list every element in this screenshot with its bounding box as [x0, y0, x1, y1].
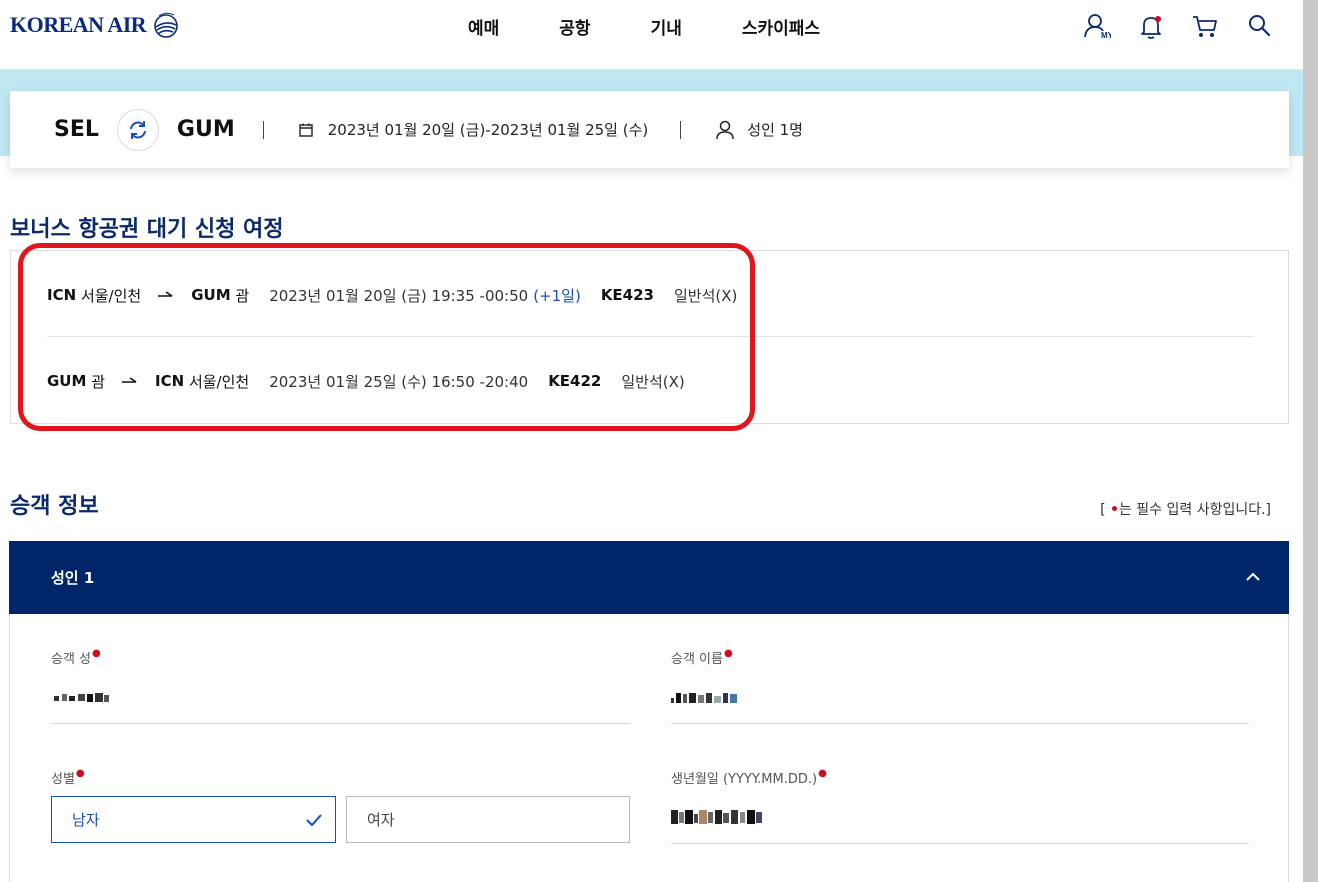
required-dot: ●	[723, 648, 733, 659]
main-nav: 예매 공항 기내 스카이패스	[468, 14, 880, 39]
last-name-label: 승객 성●	[51, 648, 101, 667]
cabin-class: 일반석(X)	[674, 286, 738, 305]
passenger-count[interactable]: 성인 1명	[747, 119, 803, 140]
passenger-accordion-header[interactable]: 성인 1	[9, 541, 1289, 614]
gender-option-label: 여자	[367, 811, 395, 829]
passenger-form: 승객 성● 승객 이름● 성별● 남자 여자 생년월일 (YYYY.MM.DD.…	[9, 614, 1289, 882]
bell-icon[interactable]	[1137, 12, 1165, 40]
from-city: 서울/인천	[80, 286, 142, 305]
first-name-label-text: 승객 이름	[671, 652, 723, 667]
required-dot: ●	[818, 768, 827, 779]
to-city: 괌	[235, 286, 250, 305]
calendar-icon	[299, 123, 313, 137]
itinerary-segment-2: GUM 괌 ICN 서울/인천 2023년 01월 25일 (수) 16:50 …	[47, 371, 685, 391]
itinerary-title: 보너스 항공권 대기 신청 여정	[10, 217, 284, 242]
checkmark-icon	[306, 814, 322, 827]
birthdate-masked-value[interactable]	[671, 809, 763, 825]
my-label: MY	[1101, 31, 1111, 40]
chevron-up-icon[interactable]	[1243, 567, 1263, 587]
required-field-note: [ •는 필수 입력 사항입니다.]	[1100, 499, 1271, 519]
travel-dates[interactable]: 2023년 01월 20일 (금)-2023년 01월 25일 (수)	[328, 119, 649, 140]
note-text: 는 필수 입력 사항입니다.]	[1118, 502, 1271, 518]
birthdate-underline	[671, 843, 1249, 844]
cabin-class: 일반석(X)	[621, 372, 685, 391]
plane-icon	[158, 291, 173, 297]
required-dot: ●	[75, 768, 85, 779]
required-dot: •	[1109, 502, 1119, 518]
segment-divider	[47, 336, 1253, 337]
search-icon[interactable]	[1245, 12, 1273, 40]
from-city: 괌	[91, 372, 106, 391]
first-name-underline	[671, 723, 1249, 724]
last-name-masked-value[interactable]	[54, 692, 110, 704]
gender-option-female[interactable]: 여자	[346, 796, 630, 843]
flight-number: KE422	[548, 372, 602, 390]
to-code: GUM	[191, 286, 231, 304]
plane-icon	[122, 377, 137, 383]
flight-number: KE423	[600, 286, 654, 304]
passenger-info-title: 승객 정보	[10, 494, 99, 519]
nav-inflight[interactable]: 기내	[651, 14, 682, 39]
from-code: GUM	[47, 372, 87, 390]
gender-label: 성별●	[51, 768, 85, 787]
nav-booking[interactable]: 예매	[468, 14, 499, 39]
flight-datetime: 2023년 01월 20일 (금) 19:35 -00:50	[269, 286, 529, 305]
utility-menu: MY	[1083, 12, 1273, 40]
birthdate-label: 생년월일 (YYYY.MM.DD.)●	[671, 768, 827, 787]
destination-code: GUM	[176, 117, 235, 142]
to-code: ICN	[155, 372, 185, 390]
taegeuk-logo-icon	[154, 12, 178, 38]
origin-code: SEL	[54, 117, 99, 142]
page: KOREAN AIR 예매 공항 기내 스카이패스 MY SEL GUM 202…	[0, 0, 1318, 882]
person-icon	[716, 120, 735, 139]
first-name-label: 승객 이름●	[671, 648, 733, 667]
note-prefix: [	[1100, 502, 1110, 518]
cart-icon[interactable]	[1191, 12, 1219, 40]
accordion-title: 성인 1	[51, 569, 95, 587]
nav-skypass[interactable]: 스카이패스	[742, 14, 820, 39]
logo-text: KOREAN AIR	[10, 12, 147, 37]
day-offset: (+1일)	[533, 286, 581, 305]
nav-airport[interactable]: 공항	[559, 14, 590, 39]
last-name-underline	[51, 723, 630, 724]
last-name-label-text: 승객 성	[51, 652, 92, 667]
flight-datetime: 2023년 01월 25일 (수) 16:50 -20:40	[269, 372, 529, 391]
required-dot: ●	[92, 648, 101, 659]
gender-option-label: 남자	[72, 811, 100, 829]
itinerary-segment-1: ICN 서울/인천 GUM 괌 2023년 01월 20일 (금) 19:35 …	[47, 285, 737, 305]
gender-option-male[interactable]: 남자	[51, 796, 336, 843]
global-header: KOREAN AIR 예매 공항 기내 스카이패스 MY	[0, 0, 1303, 70]
trip-summary-bar: SEL GUM 2023년 01월 20일 (금)-2023년 01월 25일 …	[10, 91, 1289, 168]
to-city: 서울/인천	[188, 372, 250, 391]
first-name-masked-value[interactable]	[671, 692, 741, 704]
scrollbar-gutter[interactable]	[1303, 15, 1318, 882]
swap-icon	[129, 120, 146, 139]
summary-divider	[680, 120, 682, 139]
birthdate-label-text: 생년월일 (YYYY.MM.DD.)	[671, 772, 818, 787]
from-code: ICN	[47, 286, 77, 304]
summary-divider	[262, 120, 264, 139]
itinerary-box: ICN 서울/인천 GUM 괌 2023년 01월 20일 (금) 19:35 …	[10, 250, 1289, 424]
gender-label-text: 성별	[51, 772, 75, 787]
swap-route-button[interactable]	[116, 108, 159, 151]
my-page-icon[interactable]: MY	[1083, 12, 1111, 40]
korean-air-logo[interactable]: KOREAN AIR	[10, 10, 182, 40]
